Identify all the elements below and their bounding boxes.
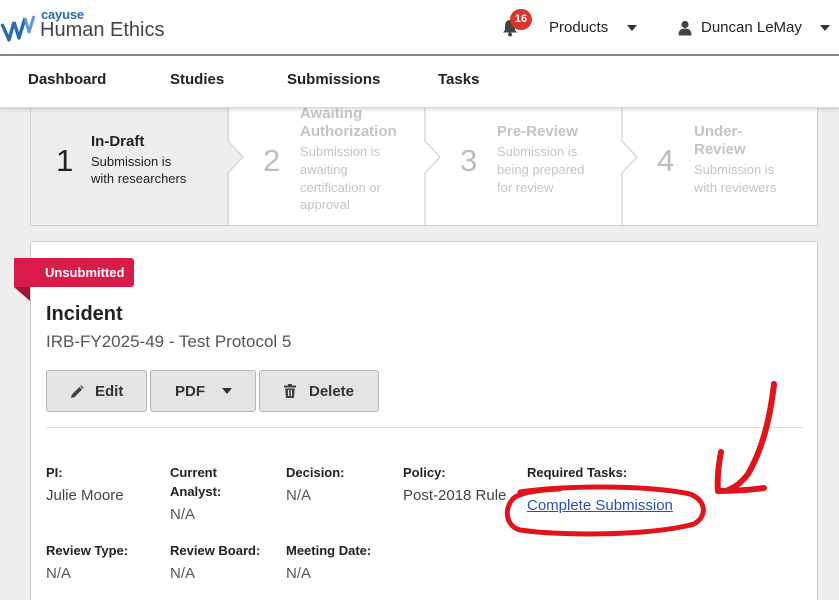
step-title: Pre-Review	[497, 123, 578, 140]
chevron-right-icon	[227, 105, 244, 225]
current-analyst-value: N/A	[170, 506, 196, 523]
meeting-date-value: N/A	[286, 565, 312, 582]
pdf-button[interactable]: PDF	[150, 370, 256, 412]
delete-button[interactable]: Delete	[259, 370, 379, 412]
nav-submissions[interactable]: Submissions	[287, 71, 380, 88]
step-title: Review	[694, 141, 746, 158]
submission-status-stepper: 1 In-Draft Submission is with researcher…	[30, 104, 818, 226]
complete-submission-link[interactable]: Complete Submission	[527, 497, 673, 514]
divider	[46, 427, 803, 428]
step-in-draft: 1 In-Draft Submission is with researcher…	[31, 105, 229, 225]
step-desc: being prepared	[497, 162, 585, 177]
review-board-value: N/A	[170, 565, 196, 582]
chevron-right-icon	[621, 105, 638, 225]
caret-down-icon[interactable]	[627, 25, 637, 31]
step-desc: approval	[300, 197, 350, 212]
nav-studies[interactable]: Studies	[170, 71, 224, 88]
top-header: cayuse Human Ethics 16 Products Duncan L…	[0, 0, 839, 56]
caret-down-icon[interactable]	[820, 25, 830, 31]
required-tasks-label: Required Tasks:	[527, 465, 628, 480]
step-desc: awaiting	[300, 162, 348, 177]
review-board-label: Review Board:	[170, 543, 261, 558]
step-pre-review: 3 Pre-Review Submission is being prepare…	[444, 105, 622, 225]
step-desc: Submission is	[91, 154, 172, 169]
caret-down-icon	[222, 388, 232, 394]
current-analyst-label: Current	[170, 465, 217, 480]
nav-tasks[interactable]: Tasks	[438, 71, 479, 88]
submission-subtitle: IRB-FY2025-49 - Test Protocol 5	[46, 332, 292, 351]
chevron-right-icon	[424, 105, 441, 225]
products-menu[interactable]: Products	[549, 19, 608, 36]
main-nav: Dashboard Studies Submissions Tasks	[0, 56, 839, 108]
cayuse-logo-icon	[0, 15, 36, 42]
step-number: 2	[263, 143, 281, 178]
step-desc: Submission is	[694, 162, 775, 177]
step-title: In-Draft	[91, 133, 145, 150]
step-desc: certification or	[300, 180, 381, 195]
pencil-icon	[71, 385, 84, 398]
user-icon[interactable]	[678, 20, 692, 36]
current-analyst-label: Analyst:	[170, 484, 222, 499]
step-title: Authorization	[300, 123, 397, 140]
decision-label: Decision:	[286, 465, 345, 480]
step-under-review: 4 Under- Review Submission is with revie…	[641, 105, 817, 225]
review-type-value: N/A	[46, 565, 72, 582]
status-badge-fold	[14, 287, 30, 301]
step-desc: with reviewers	[694, 180, 777, 195]
step-desc: Submission is	[300, 144, 381, 159]
delete-button-label: Delete	[309, 383, 355, 400]
decision-value: N/A	[286, 487, 312, 504]
step-number: 4	[657, 143, 675, 178]
step-desc: with researchers	[91, 171, 187, 186]
edit-button-label: Edit	[95, 383, 124, 400]
step-number: 3	[460, 143, 478, 178]
notification-badge[interactable]: 16	[510, 9, 532, 30]
logo-product-text: Human Ethics	[40, 19, 165, 41]
meeting-date-label: Meeting Date:	[286, 543, 372, 558]
submission-title: Incident	[46, 303, 123, 325]
step-desc: Submission is	[497, 144, 578, 159]
pi-value: Julie Moore	[46, 487, 124, 504]
pdf-button-label: PDF	[175, 383, 205, 400]
step-awaiting-authorization: 2 Awaiting Authorization Submission is a…	[247, 105, 425, 225]
user-menu[interactable]: Duncan LeMay	[701, 19, 802, 36]
step-title: Under-	[694, 123, 743, 140]
pi-label: PI:	[46, 465, 63, 480]
trash-icon	[284, 384, 296, 398]
policy-label: Policy:	[403, 465, 446, 480]
edit-button[interactable]: Edit	[46, 370, 147, 412]
status-badge: Unsubmitted	[14, 258, 134, 287]
step-number: 1	[56, 143, 74, 178]
policy-value: Post-2018 Rule	[403, 487, 507, 504]
nav-dashboard[interactable]: Dashboard	[28, 71, 106, 88]
review-type-label: Review Type:	[46, 543, 129, 558]
submission-card	[30, 241, 818, 600]
step-desc: for review	[497, 180, 554, 195]
